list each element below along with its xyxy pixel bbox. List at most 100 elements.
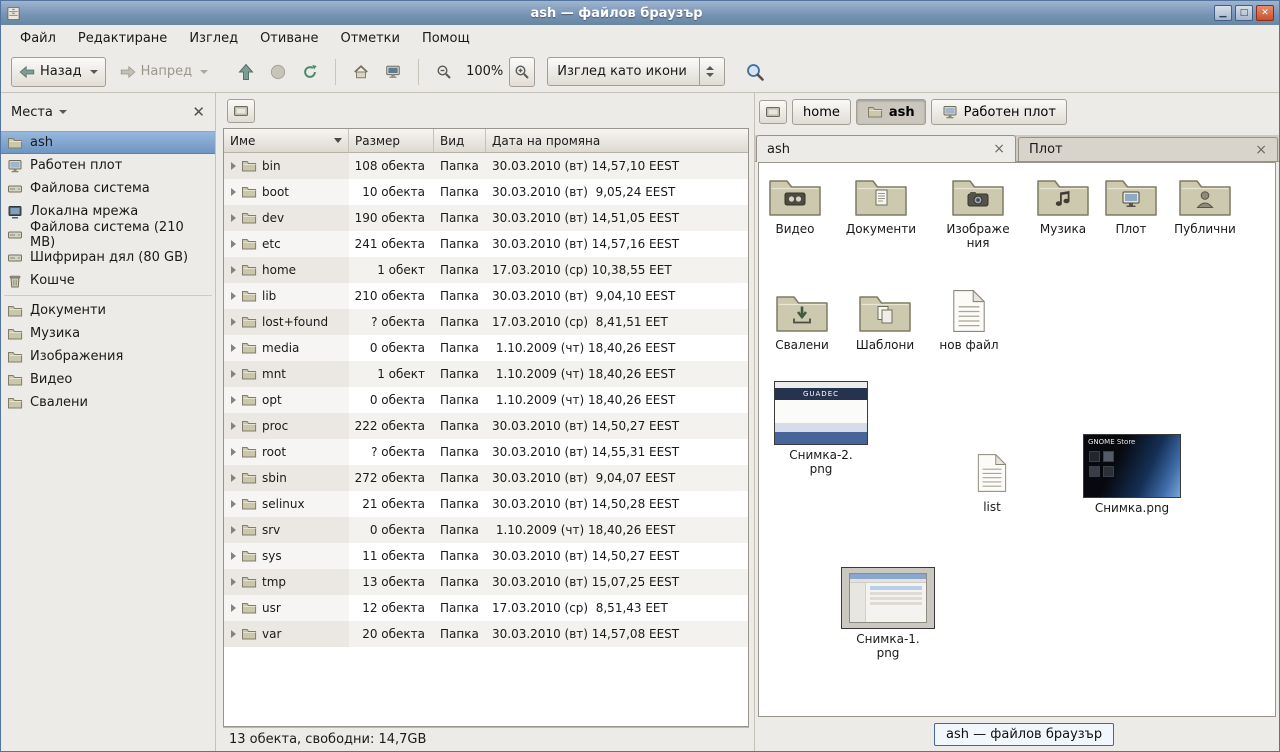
file-snimka-2[interactable]: GUADECСнимка-2.png (769, 381, 873, 477)
folder-video[interactable]: Видео (759, 171, 831, 236)
titlebar[interactable]: ash — файлов браузър ▁ □ ✕ (1, 1, 1279, 25)
menu-edit[interactable]: Редактиране (67, 25, 178, 51)
expander-icon[interactable] (231, 500, 236, 508)
expander-icon[interactable] (231, 448, 236, 456)
table-row[interactable]: srv0 обектаПапка 1.10.2009 (чт) 18,40,26… (224, 517, 748, 543)
table-row[interactable]: etc241 обектаПапка30.03.2010 (вт) 14,57,… (224, 231, 748, 257)
folder-desktop[interactable]: Плот (1095, 171, 1167, 236)
sidebar-item-encrypted-80gb[interactable]: Шифриран дял (80 GB) (1, 246, 215, 269)
expander-icon[interactable] (231, 396, 236, 404)
up-button[interactable] (230, 57, 262, 87)
menu-bookmarks[interactable]: Отметки (329, 25, 410, 51)
tab-close-icon[interactable]: × (1255, 143, 1267, 157)
folder-templates[interactable]: Шаблони (849, 287, 921, 352)
folder-documents[interactable]: Документи (843, 171, 919, 236)
table-row[interactable]: dev190 обектаПапка30.03.2010 (вт) 14,51,… (224, 205, 748, 231)
expander-icon[interactable] (231, 474, 236, 482)
table-row[interactable]: boot10 обектаПапка30.03.2010 (вт) 9,05,2… (224, 179, 748, 205)
pathbar-desktop[interactable]: Работен плот (931, 99, 1067, 125)
back-button[interactable]: Назад (11, 57, 106, 87)
expander-icon[interactable] (231, 318, 236, 326)
expander-icon[interactable] (231, 214, 236, 222)
sidebar-item-downloads[interactable]: Свалени (1, 391, 215, 414)
pathbar-home[interactable]: home (792, 99, 851, 125)
sidebar-item-music[interactable]: Музика (1, 322, 215, 345)
sidebar-item-video[interactable]: Видео (1, 368, 215, 391)
maximize-button[interactable]: □ (1235, 5, 1253, 21)
expander-icon[interactable] (231, 552, 236, 560)
zoom-in-button[interactable] (509, 57, 535, 87)
pathbar-ash[interactable]: ash (856, 99, 926, 125)
sidebar-item-desktop[interactable]: Работен плот (1, 154, 215, 177)
tab-ash[interactable]: ash× (756, 135, 1016, 162)
sidebar-splitter[interactable] (216, 93, 223, 751)
minimize-button[interactable]: ▁ (1214, 5, 1232, 21)
home-button[interactable] (345, 57, 377, 87)
tab-close-icon[interactable]: × (993, 142, 1005, 156)
table-row[interactable]: home1 обектПапка17.03.2010 (ср) 10,38,55… (224, 257, 748, 283)
sidebar-item-documents[interactable]: Документи (1, 299, 215, 322)
places-header[interactable]: Места ✕ (1, 93, 215, 131)
location-toggle-button[interactable] (227, 99, 255, 123)
folder-images[interactable]: Изображения (937, 171, 1019, 251)
menu-file[interactable]: Файл (9, 25, 67, 51)
folder-music[interactable]: Музика (1027, 171, 1099, 236)
column-header-0[interactable]: Име (224, 129, 349, 153)
table-row[interactable]: usr12 обектаПапка17.03.2010 (ср) 8,51,43… (224, 595, 748, 621)
icon-view[interactable]: ВидеоДокументи ИзображенияМузикаПлотПубли… (758, 162, 1276, 717)
table-row[interactable]: proc222 обектаПапка30.03.2010 (вт) 14,50… (224, 413, 748, 439)
sidebar-item-images[interactable]: Изображения (1, 345, 215, 368)
expander-icon[interactable] (231, 344, 236, 352)
sidebar-close-icon[interactable]: ✕ (192, 105, 205, 120)
expander-icon[interactable] (231, 526, 236, 534)
search-button[interactable] (737, 57, 773, 87)
file-snimka[interactable]: GNOME StoreСнимка.png (1077, 434, 1187, 515)
close-button[interactable]: ✕ (1256, 5, 1274, 21)
column-header-1[interactable]: Размер (349, 129, 434, 153)
pathbar-toggle-button[interactable] (759, 100, 787, 124)
expander-icon[interactable] (231, 630, 236, 638)
zoom-out-button[interactable] (428, 57, 460, 87)
folder-downloads[interactable]: Свалени (766, 287, 838, 352)
file-new-file[interactable]: нов файл (933, 287, 1005, 352)
expander-icon[interactable] (231, 266, 236, 274)
column-header-2[interactable]: Вид (434, 129, 486, 153)
table-row[interactable]: root? обектаПапка30.03.2010 (вт) 14,55,3… (224, 439, 748, 465)
sidebar-item-filesystem-210mb[interactable]: Файлова система (210 MB) (1, 223, 215, 246)
forward-history-dropdown-icon[interactable] (200, 70, 208, 74)
table-row[interactable]: opt0 обектаПапка 1.10.2009 (чт) 18,40,26… (224, 387, 748, 413)
file-list[interactable]: list (960, 449, 1024, 514)
tab-plot[interactable]: Плот× (1018, 137, 1278, 161)
expander-icon[interactable] (231, 240, 236, 248)
menu-go[interactable]: Отиване (249, 25, 329, 51)
table-row[interactable]: lib210 обектаПапка30.03.2010 (вт) 9,04,1… (224, 283, 748, 309)
expander-icon[interactable] (231, 292, 236, 300)
menu-help[interactable]: Помощ (411, 25, 481, 51)
table-row[interactable]: var20 обектаПапка30.03.2010 (вт) 14,57,0… (224, 621, 748, 647)
file-snimka-1[interactable]: Снимка-1.png (836, 567, 940, 661)
back-history-dropdown-icon[interactable] (90, 70, 98, 74)
table-row[interactable]: lost+found? обектаПапка17.03.2010 (ср) 8… (224, 309, 748, 335)
table-row[interactable]: bin108 обектаПапка30.03.2010 (вт) 14,57,… (224, 153, 748, 179)
folder-public[interactable]: Публични (1168, 171, 1242, 236)
view-mode-select[interactable]: Изглед като икони (547, 57, 725, 86)
sidebar-item-trash[interactable]: Кошче (1, 269, 215, 292)
expander-icon[interactable] (231, 604, 236, 612)
reload-button[interactable] (294, 57, 326, 87)
combo-spinner-icon[interactable] (699, 58, 720, 85)
sidebar-item-ash[interactable]: ash (1, 131, 215, 154)
expander-icon[interactable] (231, 188, 236, 196)
table-row[interactable]: media0 обектаПапка 1.10.2009 (чт) 18,40,… (224, 335, 748, 361)
table-row[interactable]: mnt1 обектПапка 1.10.2009 (чт) 18,40,26 … (224, 361, 748, 387)
expander-icon[interactable] (231, 422, 236, 430)
stop-button[interactable] (262, 57, 294, 87)
column-header-3[interactable]: Дата на промяна (486, 129, 748, 153)
sidebar-item-filesystem[interactable]: Файлова система (1, 177, 215, 200)
table-row[interactable]: sbin272 обектаПапка30.03.2010 (вт) 9,04,… (224, 465, 748, 491)
window-icon[interactable] (6, 5, 22, 21)
table-row[interactable]: selinux21 обектаПапка30.03.2010 (вт) 14,… (224, 491, 748, 517)
table-row[interactable]: tmp13 обектаПапка30.03.2010 (вт) 15,07,2… (224, 569, 748, 595)
expander-icon[interactable] (231, 578, 236, 586)
expander-icon[interactable] (231, 162, 236, 170)
forward-button[interactable]: Напред (112, 57, 216, 87)
